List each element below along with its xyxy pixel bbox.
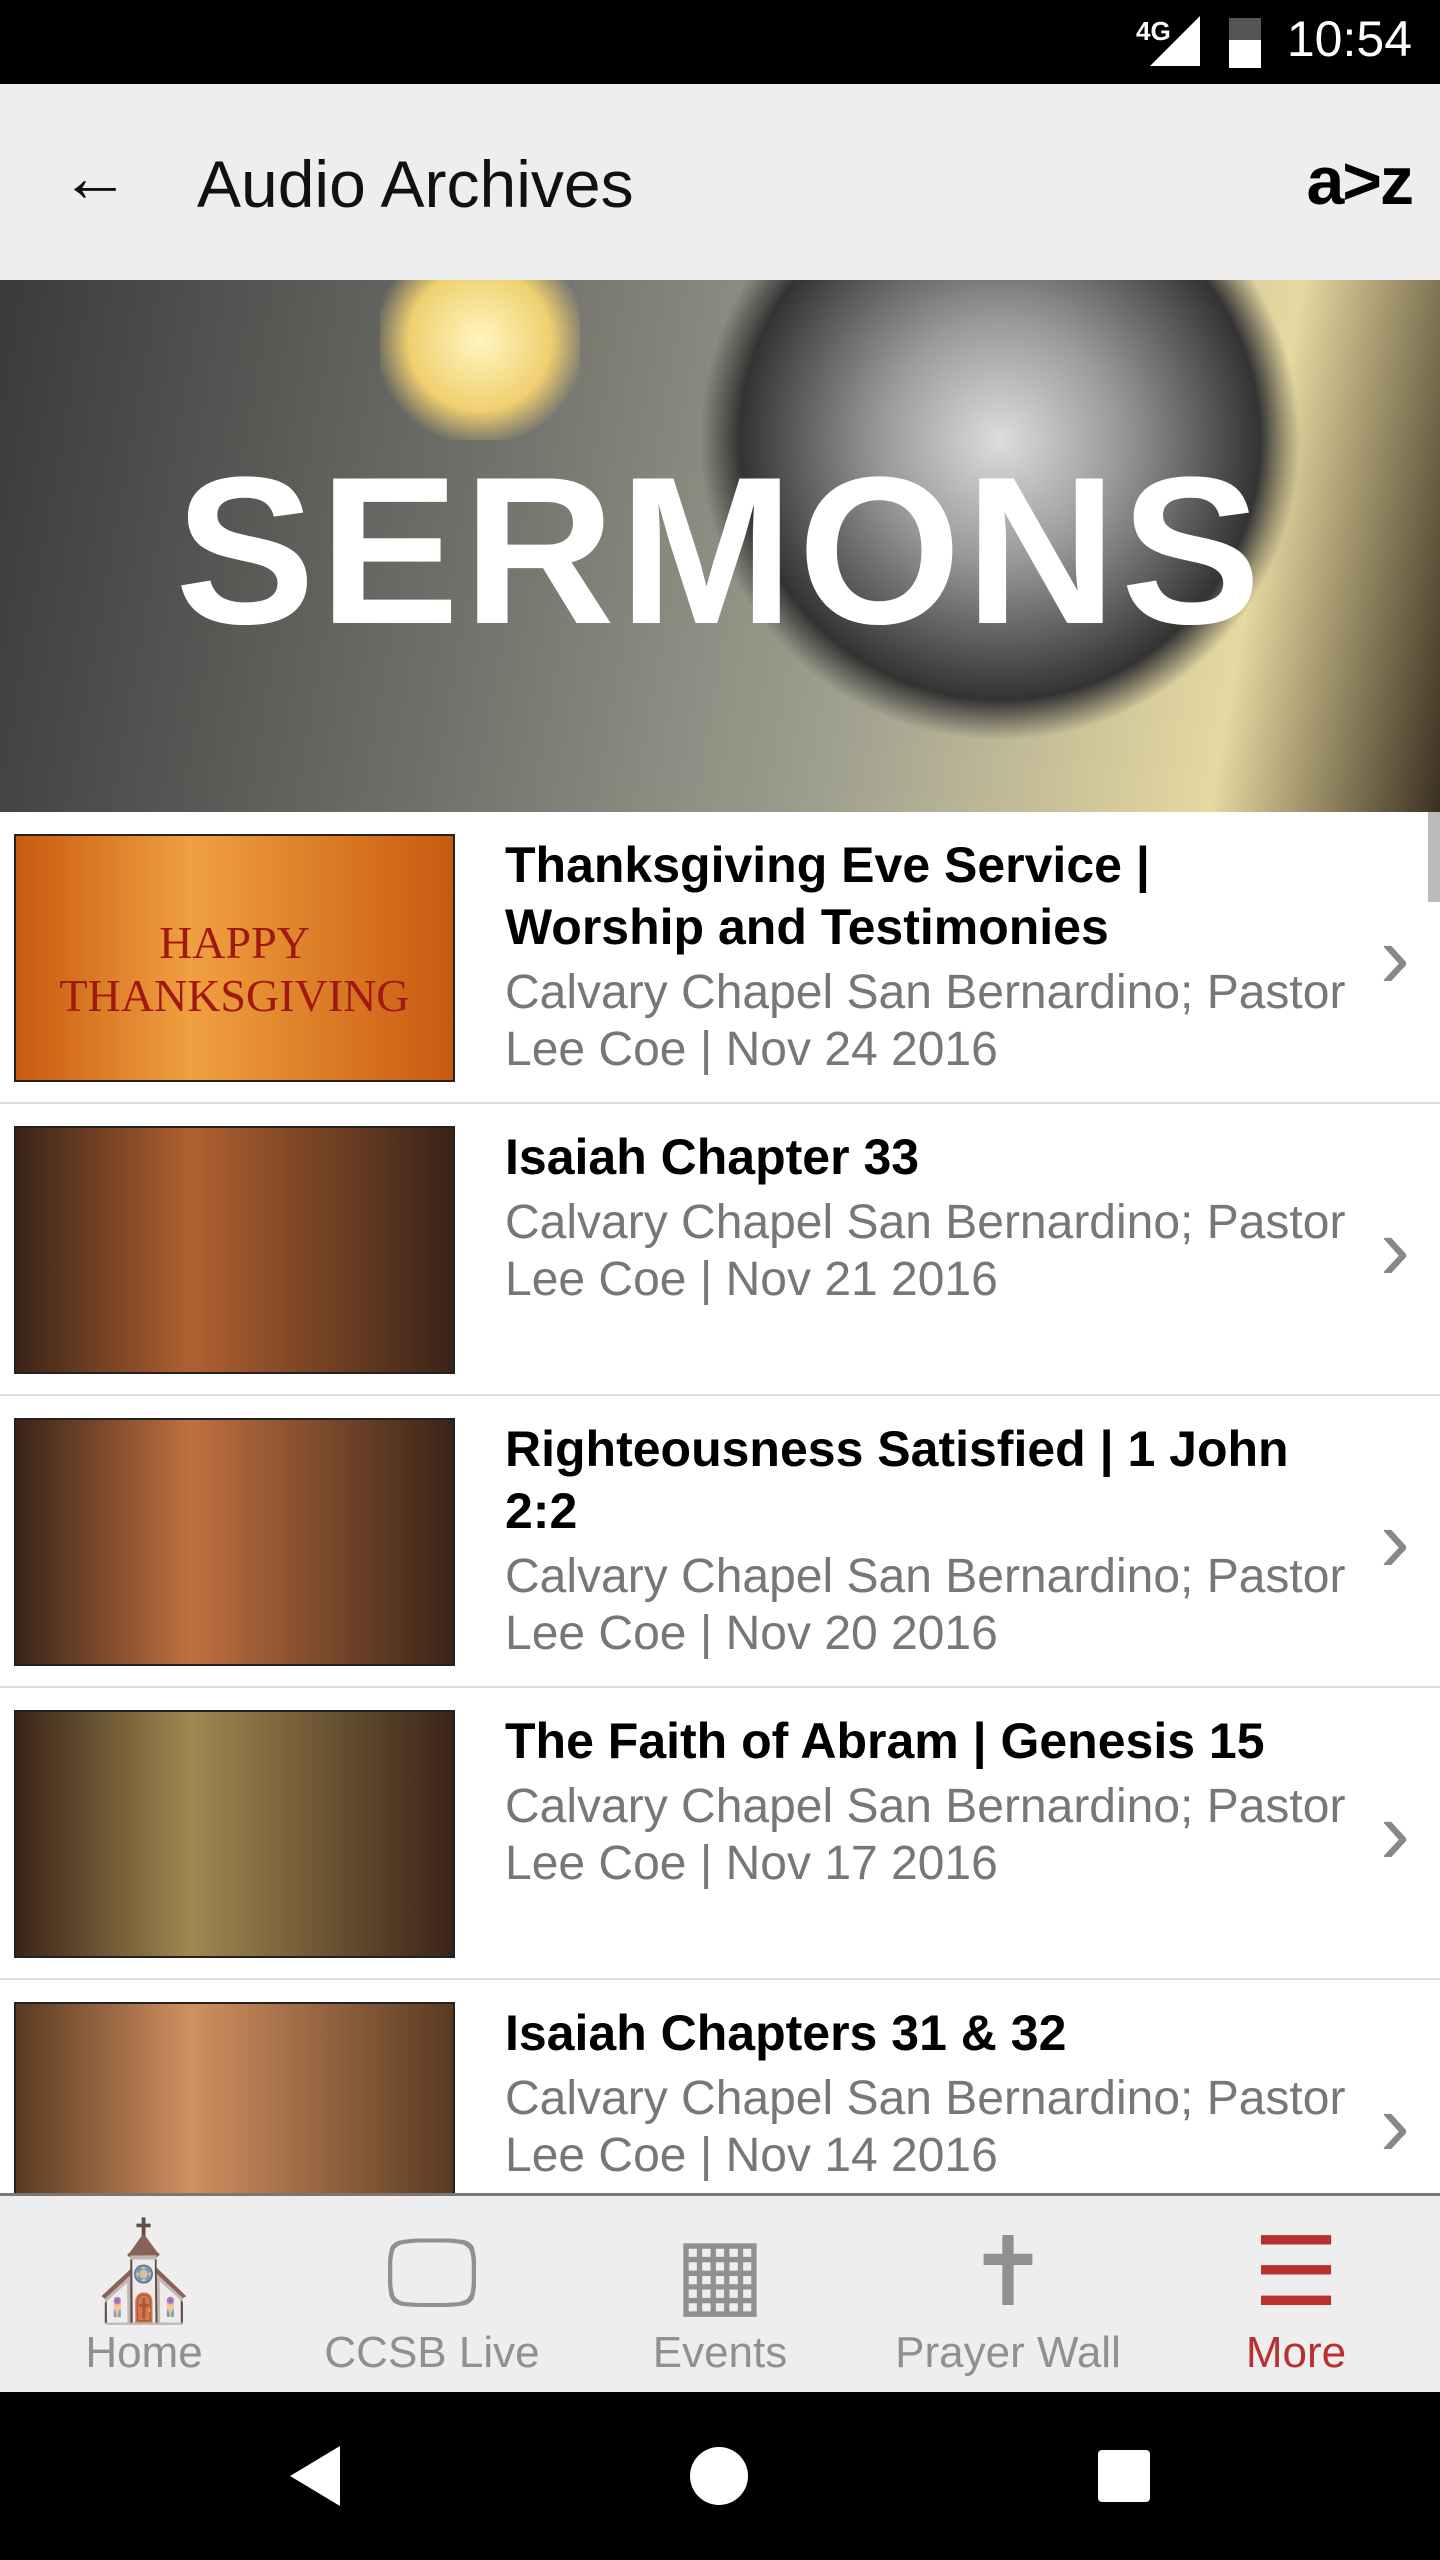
sermon-subtitle: Calvary Chapel San Bernardino; Pastor Le…: [505, 966, 1346, 1076]
sermon-list-item[interactable]: Isaiah Chapter 33 Calvary Chapel San Ber…: [0, 1104, 1440, 1396]
nav-label: CCSB Live: [324, 2328, 540, 2377]
sermon-title: The Faith of Abram | Genesis 15: [505, 1713, 1265, 1769]
sermon-thumbnail: HAPPY THANKSGIVING: [14, 834, 455, 1082]
sermon-title: Righteousness Satisfied | 1 John 2:2: [505, 1421, 1289, 1539]
sermon-subtitle: Calvary Chapel San Bernardino; Pastor Le…: [505, 1550, 1346, 1660]
sermon-subtitle: Calvary Chapel San Bernardino; Pastor Le…: [505, 1780, 1346, 1890]
battery-charging-icon: [1229, 18, 1261, 68]
sermon-subtitle: Calvary Chapel San Bernardino; Pastor Le…: [505, 1196, 1346, 1306]
chevron-right-icon: ›: [1380, 1199, 1410, 1299]
nav-label: Prayer Wall: [895, 2328, 1121, 2377]
sermon-title: Isaiah Chapter 33: [505, 1129, 920, 1185]
banner-text: SERMONS: [175, 433, 1265, 668]
nav-tab-more[interactable]: ☰ More: [1152, 2196, 1440, 2392]
nav-label: More: [1245, 2328, 1347, 2377]
light-glow: [380, 280, 580, 440]
chevron-right-icon: ›: [1380, 2075, 1410, 2175]
page-title: Audio Archives: [197, 147, 634, 221]
sermon-title: Thanksgiving Eve Service | Worship and T…: [505, 837, 1150, 955]
chevron-right-icon: ›: [1380, 907, 1410, 1007]
prayer-bubble-icon: ✝: [967, 2219, 1049, 2326]
calendar-icon: ▦: [674, 2219, 766, 2326]
nav-tab-prayer-wall[interactable]: ✝ Prayer Wall: [864, 2196, 1152, 2392]
sermon-list-item[interactable]: The Faith of Abram | Genesis 15 Calvary …: [0, 1688, 1440, 1980]
recents-nav-icon[interactable]: [1098, 2450, 1150, 2502]
sermon-list-item[interactable]: HAPPY THANKSGIVING Thanksgiving Eve Serv…: [0, 812, 1440, 1104]
nav-tab-home[interactable]: ⛪ Home: [0, 2196, 288, 2392]
chevron-right-icon: ›: [1380, 1491, 1410, 1591]
sermon-list-item[interactable]: Isaiah Chapters 31 & 32 Calvary Chapel S…: [0, 1980, 1440, 2193]
nav-label: Home: [85, 2328, 203, 2377]
monitor-icon: 🖵: [385, 2219, 479, 2326]
sermon-list[interactable]: HAPPY THANKSGIVING Thanksgiving Eve Serv…: [0, 812, 1440, 2193]
scrollbar[interactable]: [1428, 812, 1440, 902]
clock: 10:54: [1286, 11, 1412, 67]
system-nav-bar: [0, 2392, 1440, 2560]
church-icon: ⛪: [84, 2219, 204, 2326]
status-bar: 4G 10:54: [0, 0, 1440, 84]
signal-icon: [1150, 16, 1200, 66]
sermon-subtitle: Calvary Chapel San Bernardino; Pastor Le…: [505, 2072, 1346, 2182]
back-arrow-icon[interactable]: ←: [60, 142, 130, 212]
sermon-thumbnail: [14, 2002, 455, 2193]
nav-tab-ccsb-live[interactable]: 🖵 CCSB Live: [288, 2196, 576, 2392]
sermon-list-item[interactable]: Righteousness Satisfied | 1 John 2:2 Cal…: [0, 1396, 1440, 1688]
sermon-thumbnail: [14, 1126, 455, 1374]
chevron-right-icon: ›: [1380, 1783, 1410, 1883]
sermons-banner: SERMONS: [0, 280, 1440, 812]
nav-label: Events: [652, 2328, 788, 2377]
sermon-title: Isaiah Chapters 31 & 32: [505, 2005, 1067, 2061]
sermon-thumbnail: [14, 1710, 455, 1958]
back-nav-icon[interactable]: [290, 2446, 340, 2506]
home-nav-icon[interactable]: [690, 2447, 748, 2505]
sort-az-button[interactable]: a>z: [1306, 142, 1414, 220]
menu-icon: ☰: [1252, 2219, 1340, 2326]
bottom-navigation: ⛪ Home 🖵 CCSB Live ▦ Events ✝ Prayer Wall ☰ More: [0, 2193, 1440, 2392]
sermon-thumbnail: [14, 1418, 455, 1666]
nav-tab-events[interactable]: ▦ Events: [576, 2196, 864, 2392]
app-bar: ← Audio Archives a>z: [0, 84, 1440, 280]
thumbnail-text: HAPPY THANKSGIVING: [59, 917, 410, 1021]
